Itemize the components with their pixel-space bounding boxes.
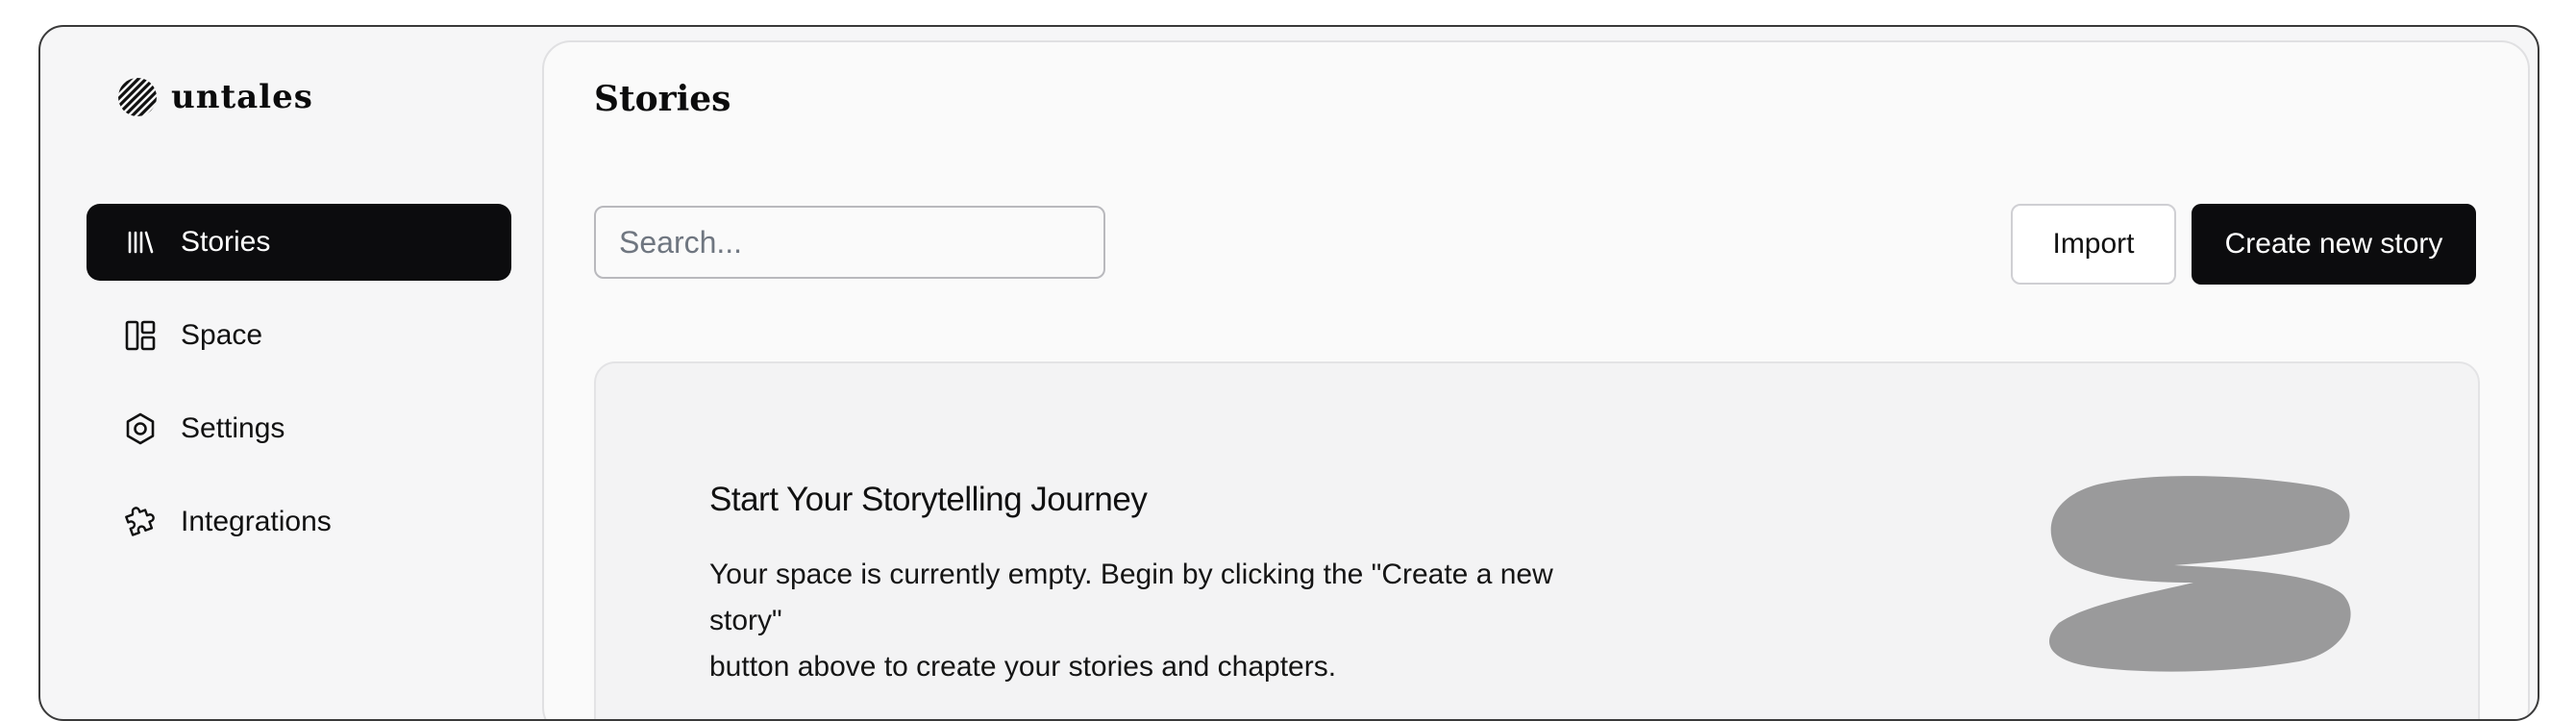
empty-state-line-2: button above to create your stories and … (709, 651, 1337, 683)
logo[interactable]: untales (117, 77, 313, 117)
empty-state-line-1: Your space is currently empty. Begin by … (709, 559, 1553, 636)
search-input[interactable] (594, 206, 1105, 279)
sidebar-item-integrations[interactable]: Integrations (87, 484, 511, 560)
import-button[interactable]: Import (2011, 204, 2176, 285)
empty-state-title: Start Your Storytelling Journey (709, 481, 1148, 518)
library-icon (123, 225, 158, 260)
sidebar-item-label: Stories (181, 226, 271, 258)
empty-state-illustration (2049, 476, 2351, 672)
sidebar-item-space[interactable]: Space (87, 297, 511, 374)
sidebar-item-label: Space (181, 319, 263, 351)
sidebar-item-settings[interactable]: Settings (87, 390, 511, 467)
settings-hexagon-icon (123, 411, 158, 446)
puzzle-icon (123, 505, 158, 539)
sidebar-nav: Stories Space Settings Integrations (87, 204, 511, 577)
layout-icon (123, 318, 158, 353)
empty-state-card: Start Your Storytelling Journey Your spa… (594, 361, 2480, 719)
untales-logo-icon (118, 78, 157, 116)
app-window: untales Stories Space Settings Integrati… (38, 25, 2539, 721)
sidebar-item-label: Integrations (181, 506, 332, 537)
sidebar: untales Stories Space Settings Integrati… (40, 27, 542, 719)
create-new-story-button[interactable]: Create new story (2192, 204, 2476, 285)
empty-state-description: Your space is currently empty. Begin by … (709, 552, 1603, 690)
sidebar-item-stories[interactable]: Stories (87, 204, 511, 281)
app-name: untales (171, 78, 313, 116)
page-title: Stories (594, 79, 731, 119)
main-panel: Stories Import Create new story Start Yo… (542, 40, 2530, 719)
sidebar-item-label: Settings (181, 412, 285, 444)
